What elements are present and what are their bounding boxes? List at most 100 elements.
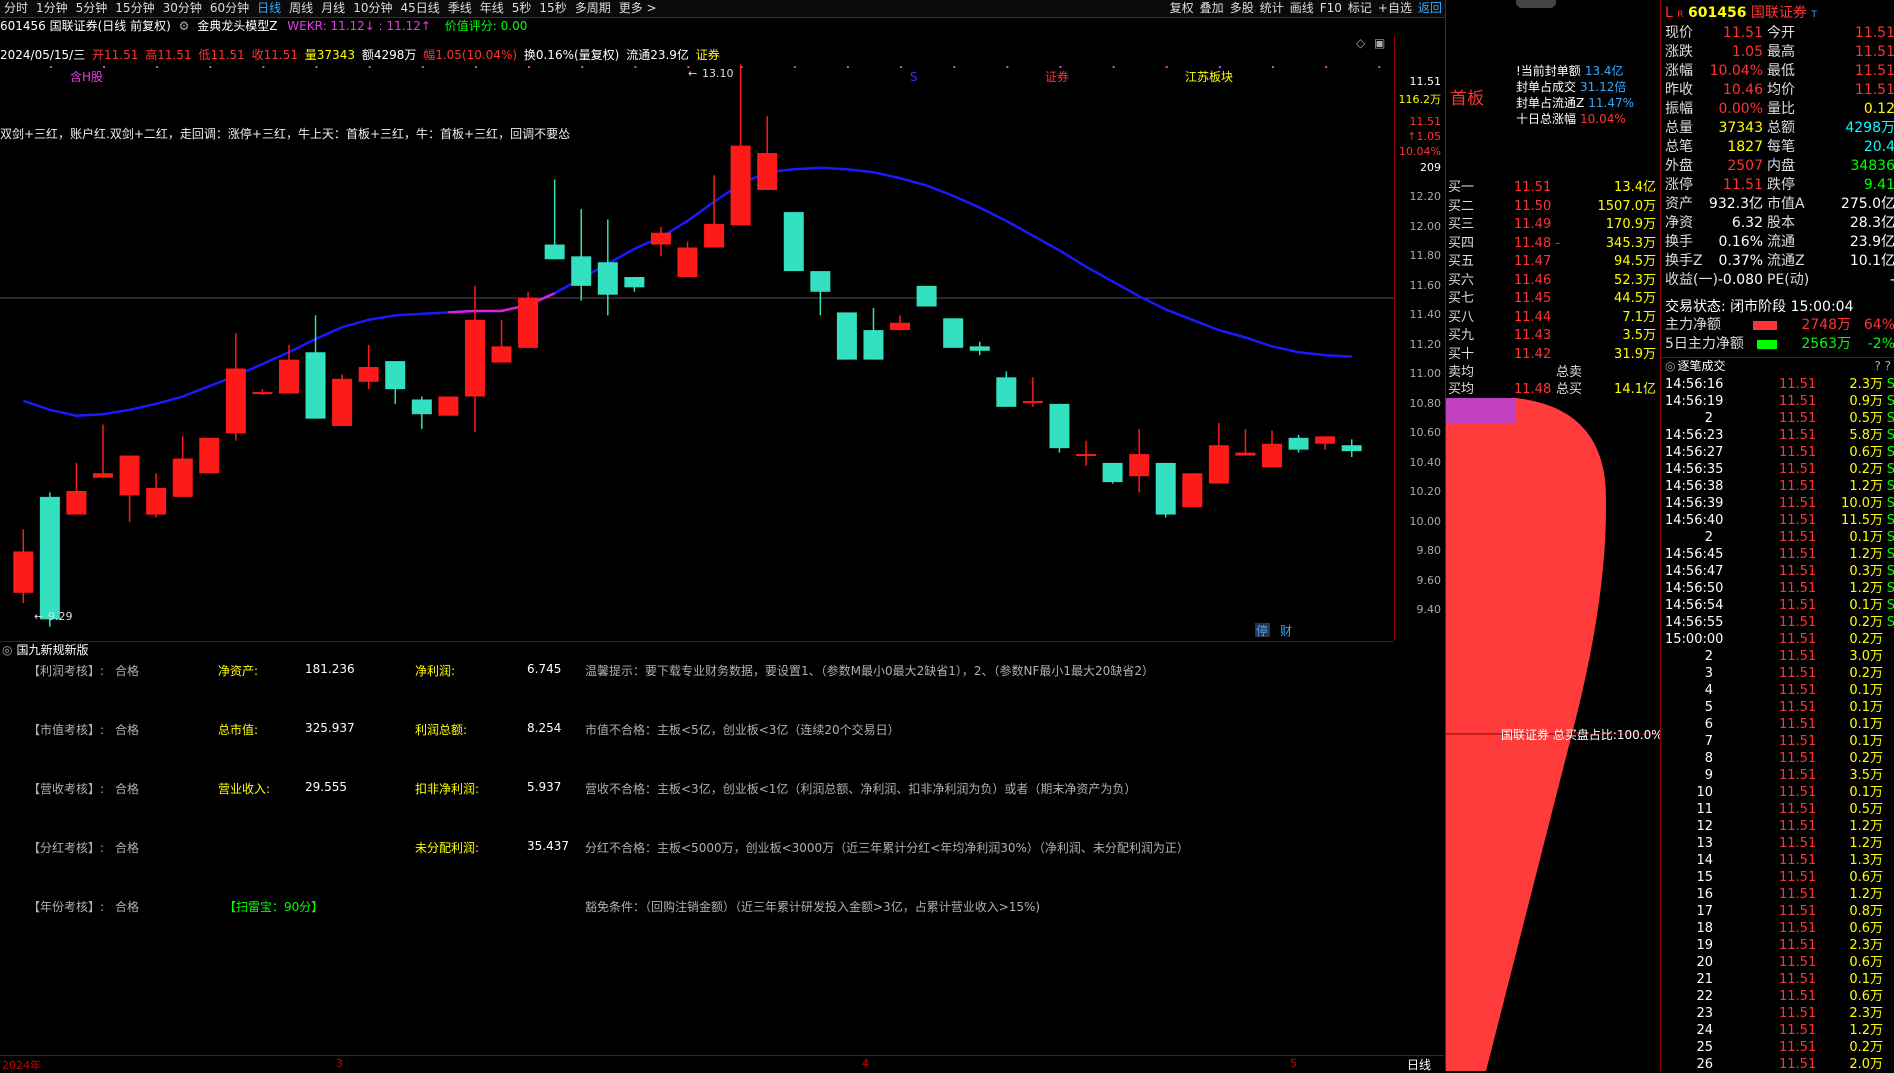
tick-v: 0.9万 [1849, 394, 1883, 409]
tick-v: 0.1万 [1849, 598, 1883, 613]
bid-row[interactable]: 买一 11.51 13.4亿 [1446, 179, 1658, 196]
period-tab[interactable]: 季线 [444, 0, 476, 17]
x-tick: 3 [336, 1057, 343, 1070]
gear-icon[interactable]: ⚙ [179, 19, 190, 33]
main-flow-bar [1753, 321, 1777, 330]
check-note: 分红不合格：主板<5000万，创业板<3000万（近三年累计分红<年均净利润30… [585, 841, 1189, 855]
tool-button[interactable]: 标记 [1345, 0, 1375, 17]
tool-button[interactable]: F10 [1317, 0, 1345, 17]
tick-row: 15 11.51 0.6万 [1661, 869, 1894, 886]
bid-row[interactable]: 买四 11.48 - 345.3万 [1446, 235, 1658, 252]
tick-p: 11.51 [1779, 887, 1817, 902]
ma-line [22, 166, 1352, 417]
bid-n: 买六 [1448, 272, 1475, 288]
period-tab[interactable]: 5分钟 [72, 0, 112, 17]
period-tab[interactable]: 5秒 [508, 0, 536, 17]
bid-row[interactable]: 买九 11.43 3.5万 [1446, 327, 1658, 344]
candle [996, 371, 1017, 407]
quote-l2: 股本 [1767, 215, 1795, 231]
quote-v1: 37343 [1718, 120, 1763, 136]
bid-row[interactable]: 买三 11.49 170.9万 [1446, 216, 1658, 233]
period-tab[interactable]: 多周期 [571, 0, 615, 17]
y-tick: 10.00 [1409, 514, 1442, 528]
bid-row[interactable]: 买十 11.42 31.9万 [1446, 346, 1658, 363]
tick-p: 11.51 [1779, 615, 1817, 630]
bid-row[interactable]: 买七 11.45 44.5万 [1446, 290, 1658, 307]
tick-t: 6 [1704, 717, 1713, 732]
settings-icon[interactable]: ? ? [1874, 358, 1891, 374]
period-tab[interactable]: 15分钟 [111, 0, 158, 17]
bid-row[interactable]: 买二 11.50 1507.0万 [1446, 198, 1658, 215]
tool-button[interactable]: +自选 [1375, 0, 1415, 17]
period-tab[interactable]: 月线 [317, 0, 349, 17]
tool-button[interactable]: 统计 [1257, 0, 1287, 17]
tool-button[interactable]: 画线 [1287, 0, 1317, 17]
bid-row[interactable]: 买八 11.44 7.1万 [1446, 309, 1658, 326]
main-flow5-label: 5日主力净额 [1665, 336, 1744, 352]
tick-row: 4 11.51 0.1万 [1661, 682, 1894, 699]
model-name[interactable]: 金典龙头模型Z [197, 19, 277, 33]
indicator-panel-title[interactable]: ◎ 国九新规新版 [0, 641, 1394, 658]
diamond-icon[interactable]: ◇ [1356, 36, 1366, 50]
period-tab[interactable]: 年线 [476, 0, 508, 17]
tool-button[interactable]: 叠加 [1197, 0, 1227, 17]
candle [92, 424, 113, 478]
tick-t: 14 [1696, 853, 1713, 868]
candle [544, 179, 565, 260]
total-buy-label: 总买 [1556, 382, 1583, 397]
tick-p: 11.51 [1779, 836, 1817, 851]
period-tab[interactable]: 15秒 [535, 0, 570, 17]
period-tab[interactable]: 日线 [253, 0, 285, 17]
main-flow-label: 主力净额 [1665, 317, 1721, 333]
window-icon[interactable]: ▣ [1374, 36, 1385, 50]
period-tab[interactable]: 1分钟 [32, 0, 72, 17]
seal-board-title: 首板 [1450, 89, 1484, 109]
tick-row: 14:56:55 11.51 0.2万 S [1661, 614, 1894, 631]
signal-dot [846, 66, 849, 68]
period-tab[interactable]: 周线 [285, 0, 317, 17]
period-tab[interactable]: 45日线 [396, 0, 443, 17]
ticks-header[interactable]: ◎ 逐笔成交 ? ? [1661, 357, 1894, 374]
tick-t: 3 [1704, 666, 1713, 681]
period-tab[interactable]: 30分钟 [159, 0, 206, 17]
period-tab[interactable]: 10分钟 [349, 0, 396, 17]
tool-button[interactable]: 返回 [1415, 0, 1445, 17]
tick-t: 4 [1704, 683, 1713, 698]
tool-button[interactable]: 复权 [1167, 0, 1197, 17]
tool-button[interactable]: 多股 [1227, 0, 1257, 17]
high-mark: 13.10 [702, 67, 734, 80]
candle [1022, 377, 1043, 407]
quote-l1: 换手 [1665, 234, 1693, 250]
stock-title: 601456 国联证券(日线 前复权) [0, 19, 171, 33]
quote-v2: 4298万 [1845, 120, 1894, 136]
tick-v: 1.2万 [1849, 1023, 1883, 1038]
main-flow-row: 主力净额 2748万 64% [1665, 316, 1894, 335]
tick-t: 5 [1704, 700, 1713, 715]
tick-row: 18 11.51 0.6万 [1661, 920, 1894, 937]
tick-t: 21 [1696, 972, 1713, 987]
tick-t: 16 [1696, 887, 1713, 902]
tick-p: 11.51 [1779, 1040, 1817, 1055]
tick-t: 14:56:45 [1665, 547, 1724, 562]
period-tab[interactable]: 分时 [0, 0, 32, 17]
period-tab[interactable]: 60分钟 [206, 0, 253, 17]
check-value1: 181.236 [305, 662, 355, 676]
bid-row[interactable]: 买五 11.47 94.5万 [1446, 253, 1658, 270]
wekr-value: WEKR: 11.12↓ : 11.12↑ [287, 19, 431, 33]
period-tab[interactable]: 更多 > [615, 0, 661, 17]
tick-t: 24 [1696, 1023, 1713, 1038]
check-key2: 利润总额: [415, 723, 468, 737]
tick-t: 14:56:35 [1665, 462, 1724, 477]
bid-row[interactable]: 买六 11.46 52.3万 [1446, 272, 1658, 289]
quote-l1: 涨跌 [1665, 44, 1693, 60]
bid-p: 11.47 [1514, 254, 1552, 269]
candle [146, 473, 167, 518]
quote-l2: 市值A [1767, 196, 1805, 212]
check-result: 合格 [115, 841, 140, 855]
y-tick: 10.20 [1409, 485, 1442, 499]
tick-t: 19 [1696, 938, 1713, 953]
check-result: 合格 [115, 900, 140, 914]
tick-v: 0.6万 [1849, 989, 1883, 1004]
quote-name[interactable]: 国联证券 [1751, 5, 1807, 21]
candle [464, 285, 485, 432]
